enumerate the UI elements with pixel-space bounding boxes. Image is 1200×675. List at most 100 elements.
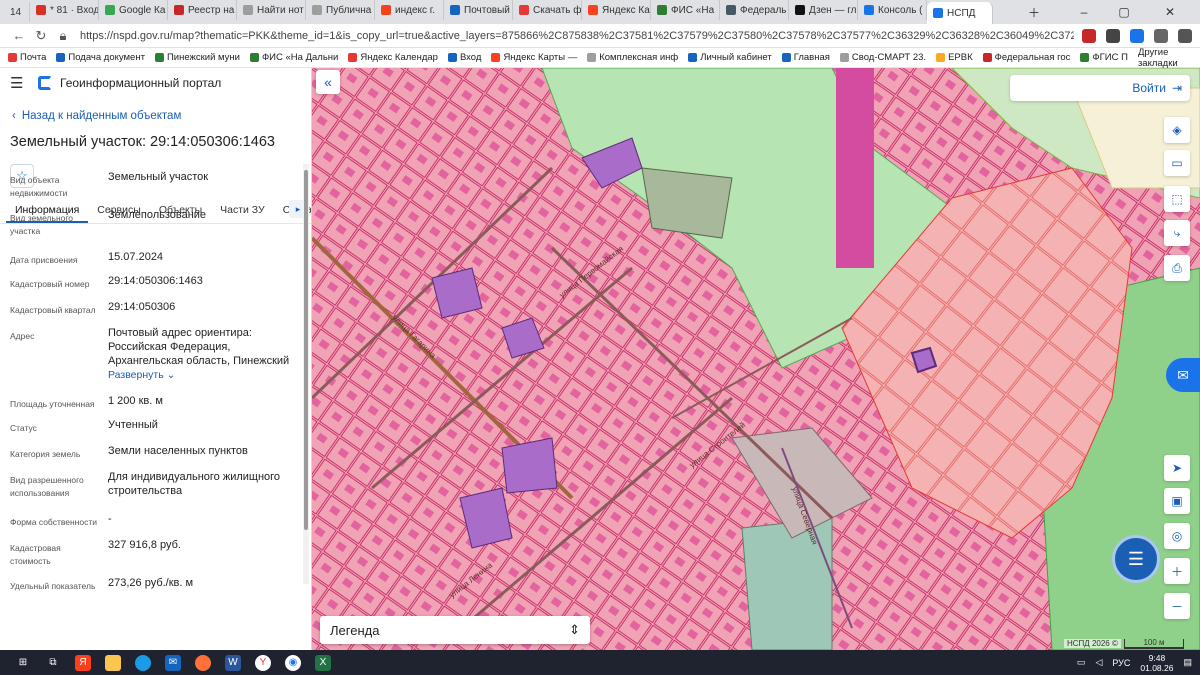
- attribute-value: 273,26 руб./кв. м: [108, 576, 298, 590]
- attribute-value-text: Учтенный: [108, 419, 158, 431]
- tray-clock[interactable]: 9:48 01.08.26: [1140, 653, 1173, 673]
- ext-icon-3[interactable]: [1130, 28, 1144, 43]
- minimize-icon[interactable]: –: [1064, 0, 1104, 24]
- ext-icon-5[interactable]: [1178, 28, 1192, 43]
- task-view-icon[interactable]: ⧉: [45, 655, 61, 671]
- bookmark-item[interactable]: Пинежский муни: [154, 52, 240, 63]
- bookmark-label: Свод-СМАРТ 23.: [851, 52, 927, 63]
- chat-button[interactable]: ☰: [1112, 535, 1160, 583]
- bookmark-item[interactable]: Федеральная гос: [982, 52, 1070, 63]
- os-taskbar: ⊞ ⧉ Я ✉ W Y ◉ X ▭ ◁ РУС 9:48 01.08.26 ▤: [0, 650, 1200, 675]
- attribute-value-text: -: [108, 513, 112, 525]
- menu-icon[interactable]: ☰: [10, 74, 30, 92]
- attribute-value-text: Землепользование: [108, 209, 207, 221]
- map-canvas[interactable]: улица Гагарина улица Первомайская улица …: [312, 68, 1200, 650]
- zoom-in-button[interactable]: ＋: [1164, 558, 1190, 584]
- tab-counter[interactable]: 14: [4, 2, 30, 22]
- yandex-browser-icon[interactable]: Y: [255, 654, 271, 671]
- bookmark-item[interactable]: Вход: [447, 52, 481, 63]
- layers-icon[interactable]: ◈: [1164, 117, 1190, 143]
- new-tab-button[interactable]: ＋: [1014, 0, 1054, 24]
- bookmark-item[interactable]: Главная: [781, 52, 830, 63]
- map-copyright: НСПД 2026 ©: [1064, 639, 1121, 648]
- browser-tab[interactable]: * 81 · Вход: [30, 0, 99, 20]
- edge-icon[interactable]: [135, 654, 151, 671]
- geolocation-icon[interactable]: ➤: [1164, 455, 1190, 481]
- bookmark-favicon-icon: [839, 53, 849, 62]
- back-to-results-link[interactable]: ‹ Назад к найденным объектам: [12, 110, 311, 122]
- extensions-area: [1082, 28, 1192, 43]
- excel-icon[interactable]: X: [315, 654, 331, 671]
- share-icon[interactable]: ⤷: [1164, 220, 1190, 246]
- word-icon[interactable]: W: [225, 654, 241, 671]
- mail-icon[interactable]: ✉: [165, 654, 181, 671]
- windows-start-icon[interactable]: ⊞: [15, 655, 31, 671]
- bookmark-item[interactable]: Личный кабинет: [688, 52, 772, 63]
- tray-volume-icon[interactable]: ◁: [1095, 657, 1102, 668]
- close-icon[interactable]: ✕: [1150, 0, 1190, 24]
- chrome-icon[interactable]: ◉: [285, 654, 301, 671]
- tab-label: Почтовый: [464, 4, 510, 16]
- notifications-icon[interactable]: ▤: [1183, 657, 1192, 668]
- url-field[interactable]: https://nspd.gov.ru/map?thematic=PKK&the…: [80, 30, 1074, 42]
- tab-favicon-icon: [105, 5, 115, 15]
- browser-tab[interactable]: Найти нот: [237, 0, 306, 20]
- browser-tab[interactable]: Google Ка: [99, 0, 168, 20]
- other-bookmarks[interactable]: Другие закладки: [1138, 47, 1192, 69]
- attribute-value: 29:14:050306: [108, 300, 298, 314]
- legend-label: Легенда: [330, 622, 380, 638]
- minimap-icon[interactable]: ▣: [1164, 488, 1190, 514]
- browser-tab[interactable]: Яндекс Ка: [582, 0, 651, 20]
- bookmark-item[interactable]: Свод-СМАРТ 23.: [839, 52, 927, 63]
- collapse-panel-button[interactable]: «: [316, 70, 340, 94]
- browser-tab[interactable]: индекс г.: [375, 0, 444, 20]
- select-area-icon[interactable]: ⬚: [1164, 186, 1190, 212]
- side-widget-icon[interactable]: ✉: [1166, 358, 1200, 392]
- browser-tab[interactable]: Консоль (: [858, 0, 927, 20]
- bookmark-item[interactable]: Комплексная инф: [587, 52, 678, 63]
- tray-lang[interactable]: РУС: [1112, 658, 1130, 668]
- attribute-value: 29:14:050306:1463: [108, 274, 298, 288]
- yandex-icon[interactable]: Я: [75, 654, 91, 671]
- maximize-icon[interactable]: ▢: [1104, 0, 1144, 24]
- browser-tab[interactable]: НСПД: [927, 2, 993, 24]
- ruler-icon[interactable]: ▭: [1164, 150, 1190, 176]
- print-icon[interactable]: ⎙: [1164, 255, 1190, 281]
- bookmark-favicon-icon: [249, 53, 259, 62]
- bookmark-item[interactable]: Почта: [8, 52, 46, 63]
- tab-strip: * 81 · Вход Google Ка Реестр на Найти нот Пу…: [30, 0, 993, 24]
- chat-icon: ☰: [1127, 548, 1145, 569]
- tab-favicon-icon: [36, 5, 46, 15]
- ext-icon-1[interactable]: [1082, 28, 1096, 43]
- bookmark-item[interactable]: ФИС «На Дальни: [249, 52, 338, 63]
- ext-icon-2[interactable]: [1106, 28, 1120, 43]
- browser-tab[interactable]: Дзен — гла: [789, 0, 858, 20]
- browser-tab[interactable]: Реестр на: [168, 0, 237, 20]
- tray-network-icon[interactable]: ▭: [1077, 657, 1086, 668]
- bookmark-item[interactable]: Яндекс Календар: [348, 52, 438, 63]
- fingerprint-icon[interactable]: ◎: [1164, 523, 1190, 549]
- reload-icon[interactable]: ↻: [30, 28, 52, 44]
- bookmark-item[interactable]: Подача документ: [56, 52, 145, 63]
- bookmark-item[interactable]: ФГИС П: [1080, 52, 1128, 63]
- browser-tab[interactable]: Публична: [306, 0, 375, 20]
- browser-tab[interactable]: ФИС «На: [651, 0, 720, 20]
- attribute-key: Кадастровый квартал: [10, 305, 96, 315]
- scrollbar-thumb[interactable]: [304, 170, 308, 530]
- chevron-down-icon[interactable]: ⌄: [164, 369, 176, 381]
- browser-tab[interactable]: Федераль: [720, 0, 789, 20]
- legend-selector[interactable]: Легенда ⇕: [320, 616, 590, 644]
- back-arrow-icon[interactable]: ←: [8, 28, 30, 43]
- bookmark-item[interactable]: Яндекс Карты —: [491, 52, 577, 63]
- bookmark-item[interactable]: ЕРВК: [936, 52, 973, 63]
- file-explorer-icon[interactable]: [105, 654, 121, 671]
- panel-scrollbar[interactable]: [303, 164, 309, 584]
- browser-tab[interactable]: Скачать ф: [513, 0, 582, 20]
- ext-icon-4[interactable]: [1154, 28, 1168, 43]
- cadastral-map: улица Гагарина улица Первомайская улица …: [312, 68, 1200, 650]
- expand-address-link[interactable]: Развернуть: [108, 369, 164, 381]
- login-button[interactable]: Войти ⇥: [1010, 75, 1190, 101]
- browser-tab[interactable]: Почтовый: [444, 0, 513, 20]
- zoom-out-button[interactable]: －: [1164, 593, 1190, 619]
- firefox-icon[interactable]: [195, 654, 211, 671]
